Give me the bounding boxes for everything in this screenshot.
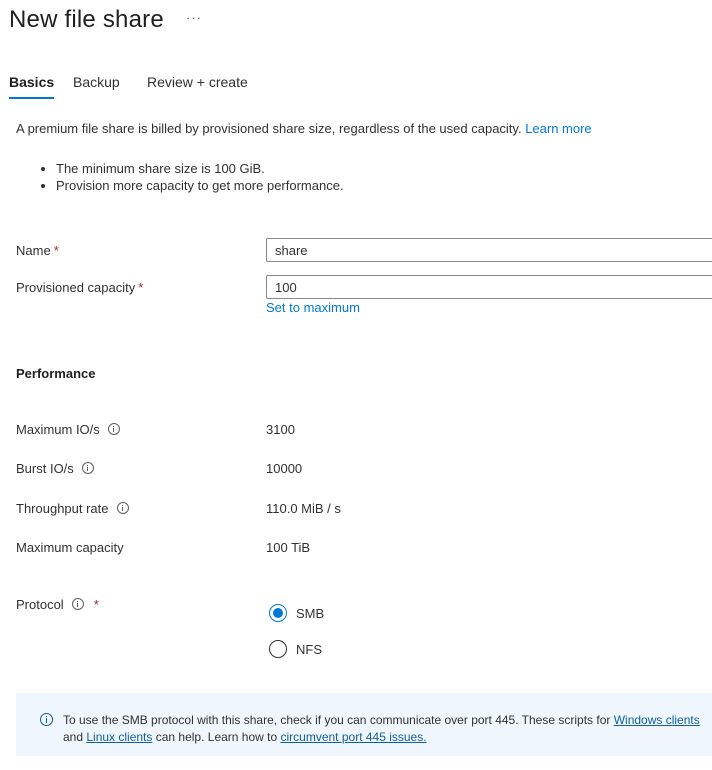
capacity-label-text: Provisioned capacity (16, 280, 136, 295)
required-marker: * (93, 597, 99, 612)
info-icon[interactable] (116, 502, 129, 514)
bullet-item: Provision more capacity to get more perf… (56, 177, 344, 194)
name-label: Name * (16, 242, 59, 260)
radio-label: NFS (296, 641, 322, 657)
protocol-option-smb[interactable]: SMB (269, 603, 324, 623)
radio-button-checked[interactable] (269, 604, 287, 622)
name-input[interactable] (266, 238, 712, 262)
throughput-label: Throughput rate (16, 500, 129, 518)
info-icon[interactable] (107, 423, 120, 435)
info-text-part: and (63, 730, 87, 744)
info-text-part: can help. Learn how to (152, 730, 281, 744)
tab-review-create[interactable]: Review + create (147, 70, 248, 94)
max-capacity-value: 100 TiB (266, 540, 311, 555)
max-iops-label: Maximum IO/s (16, 421, 120, 439)
billing-description-text: A premium file share is billed by provis… (16, 121, 526, 136)
circumvent-port-link[interactable]: circumvent port 445 issues. (281, 730, 427, 744)
throughput-label-text: Throughput rate (16, 501, 109, 516)
required-marker: * (53, 243, 59, 258)
throughput-value: 110.0 MiB / s (266, 501, 341, 516)
set-to-maximum-link[interactable]: Set to maximum (266, 299, 360, 317)
linux-clients-link[interactable]: Linux clients (86, 730, 152, 744)
burst-iops-label: Burst IO/s (16, 460, 94, 478)
more-options-button[interactable]: ··· (186, 8, 202, 28)
info-icon (40, 713, 53, 726)
learn-more-link[interactable]: Learn more (525, 121, 591, 136)
burst-iops-value: 10000 (266, 461, 303, 476)
radio-button-unchecked[interactable] (269, 640, 287, 658)
protocol-label-text: Protocol (16, 597, 64, 612)
max-capacity-label: Maximum capacity (16, 539, 124, 557)
radio-label: SMB (296, 605, 325, 621)
max-iops-value: 3100 (266, 422, 295, 437)
required-marker: * (138, 280, 144, 295)
burst-iops-label-text: Burst IO/s (16, 461, 74, 476)
billing-description: A premium file share is billed by provis… (16, 120, 592, 138)
performance-heading: Performance (16, 366, 96, 381)
info-icon[interactable] (81, 462, 94, 474)
protocol-label: Protocol * (16, 596, 99, 614)
tab-backup[interactable]: Backup (73, 70, 120, 94)
provisioned-capacity-input[interactable] (266, 275, 712, 299)
info-icon[interactable] (71, 598, 84, 610)
page-title: New file share (9, 6, 164, 33)
protocol-option-nfs[interactable]: NFS (269, 639, 322, 659)
max-capacity-label-text: Maximum capacity (16, 540, 124, 555)
name-label-text: Name (16, 243, 51, 258)
max-iops-label-text: Maximum IO/s (16, 422, 100, 437)
bullet-item: The minimum share size is 100 GiB. (56, 160, 344, 177)
info-bullet-list: The minimum share size is 100 GiB. Provi… (38, 160, 344, 194)
capacity-label: Provisioned capacity * (16, 279, 143, 297)
tab-basics[interactable]: Basics (9, 70, 55, 99)
info-text-part: To use the SMB protocol with this share,… (63, 713, 614, 727)
smb-info-banner: To use the SMB protocol with this share,… (16, 693, 712, 756)
windows-clients-link[interactable]: Windows clients (614, 713, 700, 727)
smb-info-text: To use the SMB protocol with this share,… (63, 712, 712, 746)
